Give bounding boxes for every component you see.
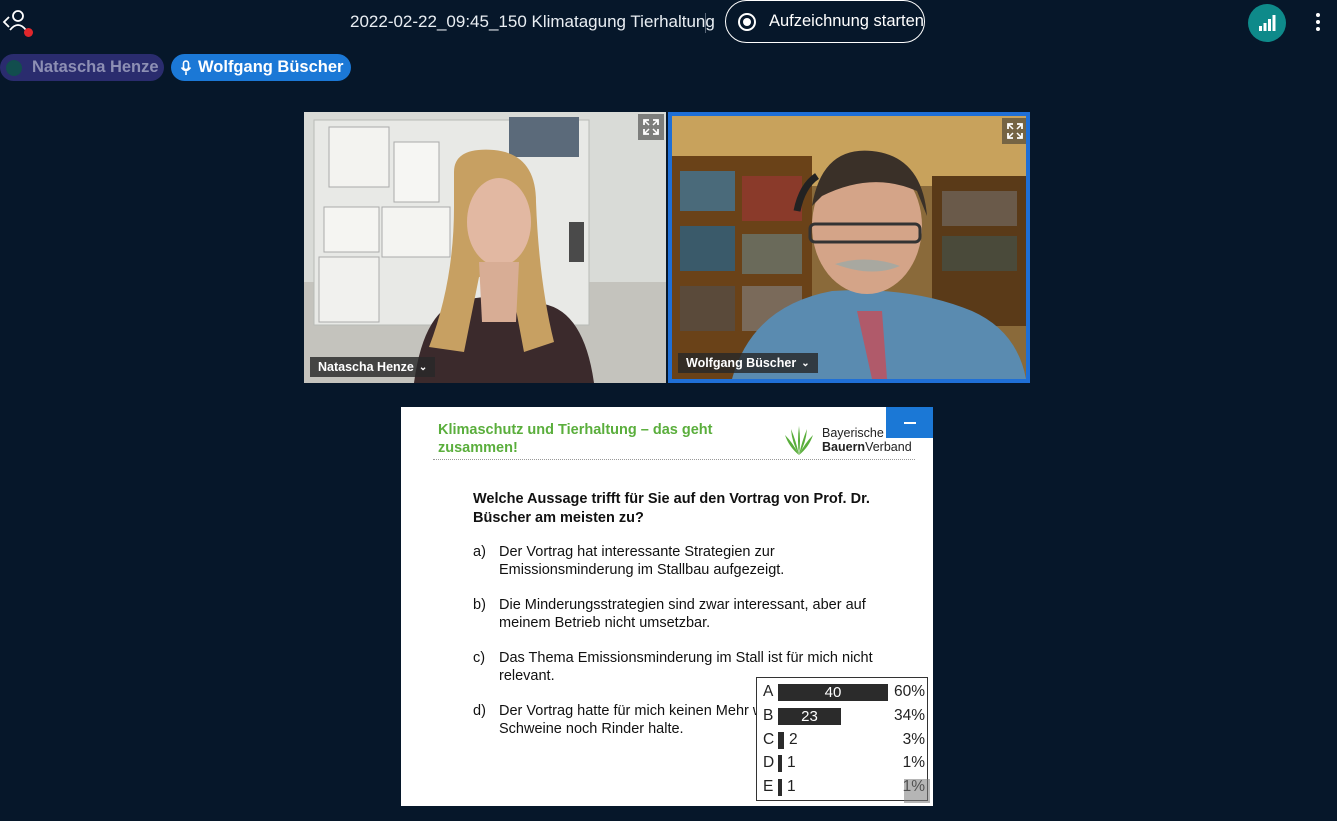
meeting-title: 2022-02-22_09:45_150 Klimatagung Tierhal…: [350, 12, 715, 31]
expand-icon: [1007, 123, 1023, 139]
status-dot-icon: [6, 59, 22, 76]
option-d: d) Der Vortrag hatte für mich keinen Meh…: [473, 703, 793, 737]
participant-name-tag[interactable]: Natascha Henze ⌄: [310, 357, 436, 377]
poll-count: 40: [824, 684, 842, 701]
poll-row: C 3% 2: [763, 731, 925, 749]
minimize-icon: [904, 422, 916, 424]
poll-bar: [778, 732, 784, 749]
slide-divider: [433, 459, 915, 460]
webcam-video-wolfgang: [672, 116, 1026, 379]
participant-name: Natascha Henze: [318, 360, 414, 374]
record-icon: [738, 12, 756, 31]
poll-question: Welche Aussage trifft für Sie auf den Vo…: [473, 491, 870, 526]
presentation-slide: Klimaschutz und Tierhaltung – das geht z…: [401, 407, 933, 806]
poll-bar: 40: [778, 684, 888, 701]
top-bar: 2022-02-22_09:45_150 Klimatagung Tierhal…: [0, 0, 1337, 46]
poll-bar: [778, 779, 782, 796]
poll-row: E 1% 1: [763, 778, 925, 796]
poll-row: D 1% 1: [763, 754, 925, 772]
poll-count: 23: [801, 708, 818, 725]
participant-name-tag[interactable]: Wolfgang Büscher ⌄: [678, 353, 818, 373]
record-label: Aufzeichnung starten: [768, 12, 924, 30]
expand-icon: [643, 119, 659, 135]
fullscreen-button[interactable]: [1002, 118, 1026, 144]
chevron-down-icon: ⌄: [418, 361, 428, 373]
wheat-logo-icon: [785, 426, 813, 455]
poll-row: A 40 60%: [763, 683, 925, 701]
poll-count: 1: [787, 754, 796, 771]
talking-indicator-name: Natascha Henze: [32, 58, 159, 76]
chevron-down-icon: ⌄: [801, 357, 810, 369]
poll-results: A 40 60% B 23 34% C 3% 2 D 1% 1 E 1% 1: [756, 677, 928, 801]
poll-bar: 23: [778, 708, 841, 725]
option-a: a) Der Vortrag hat interessante Strategi…: [473, 544, 785, 578]
slide-title: Klimaschutz und Tierhaltung – das geht z…: [438, 422, 713, 456]
fullscreen-button[interactable]: [638, 114, 664, 140]
connection-status-button[interactable]: [1248, 4, 1286, 42]
user-menu-button[interactable]: [2, 8, 36, 38]
video-tile-natascha[interactable]: Natascha Henze ⌄: [304, 112, 666, 383]
start-recording-button[interactable]: Aufzeichnung starten: [725, 0, 925, 43]
option-b: b) Die Minderungsstrategien sind zwar in…: [473, 597, 866, 631]
participant-name: Wolfgang Büscher: [686, 356, 797, 370]
presentation-corner-button[interactable]: [904, 779, 930, 803]
talking-indicator-wolfgang[interactable]: Wolfgang Büscher: [171, 54, 351, 81]
microphone-icon: [180, 59, 192, 75]
video-tile-wolfgang[interactable]: Wolfgang Büscher ⌄: [668, 112, 1030, 383]
header-divider: [705, 13, 706, 33]
connection-status-icon: [1259, 15, 1276, 31]
poll-bar: [778, 755, 782, 772]
poll-count: 2: [789, 731, 798, 748]
webcam-video-natascha: [304, 112, 666, 383]
poll-row: B 23 34%: [763, 707, 925, 725]
more-options-button[interactable]: [1308, 10, 1328, 36]
talking-indicator-natascha[interactable]: Natascha Henze: [0, 54, 164, 81]
poll-count: 1: [787, 778, 796, 795]
more-options-icon: [1308, 13, 1328, 31]
talking-indicator-name: Wolfgang Büscher: [198, 58, 344, 76]
minimize-presentation-button[interactable]: [886, 407, 933, 438]
notification-dot: [24, 28, 33, 37]
